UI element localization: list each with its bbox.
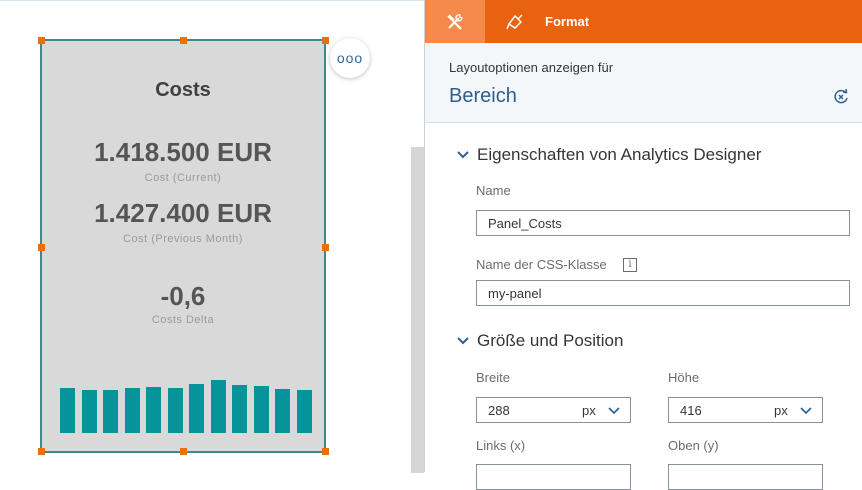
resize-handle-left[interactable] <box>38 244 45 251</box>
resize-handle-bottom-right[interactable] <box>322 448 329 455</box>
designer-tabbar: Format <box>425 0 862 43</box>
resize-handle-bottom[interactable] <box>180 448 187 455</box>
chart-bar <box>103 390 119 433</box>
kpi-cost-current-label: Cost (Current) <box>144 172 222 184</box>
css-class-label: Name der CSS-Klasse <box>476 257 607 272</box>
chart-bar <box>60 388 75 433</box>
tab-format[interactable]: Format <box>497 0 697 43</box>
canvas-scroll-area <box>411 147 424 473</box>
chart-bar <box>167 388 183 433</box>
kpi-costs-delta-value: -0,6 <box>160 281 206 311</box>
designer-panel: Format Layoutoptionen anzeigen für Berei… <box>424 0 862 490</box>
chart-bar <box>232 385 248 433</box>
top-y-input[interactable] <box>668 464 823 490</box>
kpi-cost-previous-label: Cost (Previous Month) <box>123 233 243 245</box>
kpi-cost-previous-value: 1.427.400 EUR <box>94 198 272 228</box>
width-value: 288 <box>488 403 510 418</box>
pane-title: Bereich <box>449 85 517 107</box>
css-class-input[interactable]: my-panel <box>476 280 850 306</box>
tab-builder[interactable] <box>425 0 485 43</box>
tab-format-label: Format <box>545 14 590 29</box>
chevron-down-icon[interactable] <box>456 148 470 162</box>
resize-handle-top-left[interactable] <box>38 37 45 44</box>
left-x-label: Links (x) <box>476 438 526 453</box>
wrench-screwdriver-icon <box>447 13 463 30</box>
section-analytics-designer-title[interactable]: Eigenschaften von Analytics Designer <box>477 145 761 165</box>
height-unit: px <box>774 403 788 418</box>
resize-handle-top-right[interactable] <box>322 37 329 44</box>
resize-handle-right[interactable] <box>322 244 329 251</box>
name-input[interactable]: Panel_Costs <box>476 210 850 236</box>
more-options-button[interactable]: ooo <box>330 38 370 78</box>
left-x-input[interactable] <box>476 464 631 490</box>
chevron-down-icon[interactable] <box>456 334 470 348</box>
story-canvas[interactable]: Costs 1.418.500 EUR Cost (Current) 1.427… <box>0 0 424 473</box>
info-icon[interactable]: i <box>623 258 637 272</box>
section-size-position-title[interactable]: Größe und Position <box>477 331 623 351</box>
chart-bar <box>297 390 312 433</box>
chart-bar <box>253 386 269 433</box>
chart-bar <box>81 390 97 433</box>
chevron-down-icon[interactable] <box>799 404 813 418</box>
width-input[interactable]: 288 px <box>476 397 631 423</box>
top-y-label: Oben (y) <box>668 438 719 453</box>
width-label: Breite <box>476 370 510 385</box>
chart-bar <box>146 387 162 433</box>
height-input[interactable]: 416 px <box>668 397 823 423</box>
chart-bar <box>124 388 140 433</box>
pane-header: Layoutoptionen anzeigen für Bereich <box>425 43 862 123</box>
paint-brush-icon <box>506 13 523 29</box>
height-value: 416 <box>680 403 702 418</box>
costs-panel[interactable]: Costs 1.418.500 EUR Cost (Current) 1.427… <box>38 37 329 455</box>
kpi-costs-delta-label: Costs Delta <box>151 314 215 326</box>
kpi-cost-current-value: 1.418.500 EUR <box>94 137 272 167</box>
reset-icon[interactable] <box>831 87 851 107</box>
chevron-down-icon[interactable] <box>607 404 621 418</box>
name-label: Name <box>476 183 511 198</box>
chart-bar <box>275 389 291 433</box>
chart-bar <box>189 384 205 433</box>
width-unit: px <box>582 403 596 418</box>
costs-bar-chart <box>60 361 312 433</box>
chart-bar <box>210 380 226 433</box>
pane-subtitle: Layoutoptionen anzeigen für <box>449 60 614 75</box>
resize-handle-bottom-left[interactable] <box>38 448 45 455</box>
height-label: Höhe <box>668 370 700 385</box>
panel-title: Costs <box>155 79 211 101</box>
resize-handle-top[interactable] <box>180 37 187 44</box>
